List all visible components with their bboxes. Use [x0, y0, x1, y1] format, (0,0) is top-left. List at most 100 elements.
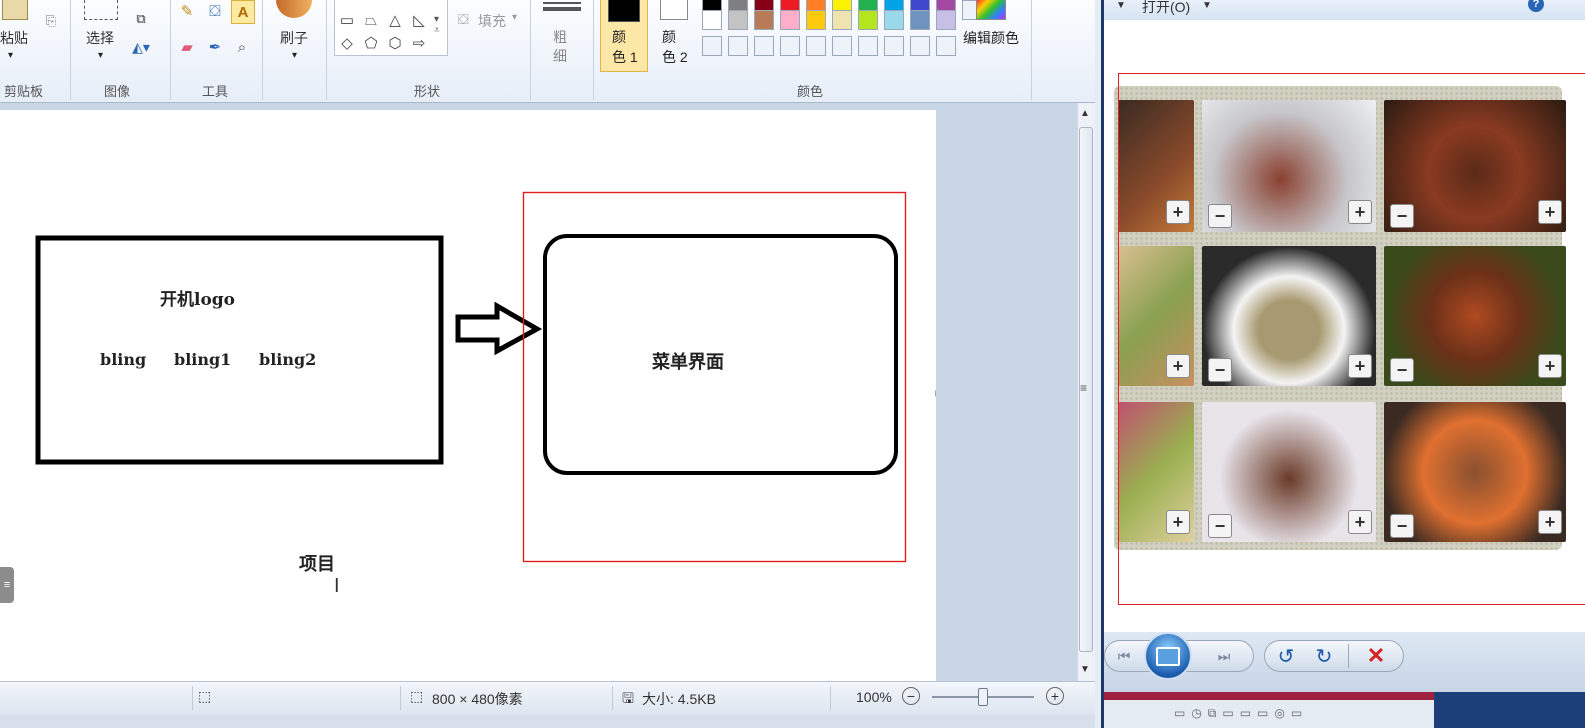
- select-dropdown-icon[interactable]: ▾: [98, 50, 103, 61]
- selection-rect[interactable]: [522, 191, 907, 563]
- palette-custom-slot[interactable]: [728, 36, 748, 56]
- copy-icon[interactable]: ⎘: [40, 10, 62, 32]
- select-icon[interactable]: [84, 0, 118, 20]
- rounded-rect-shape-icon[interactable]: ▭: [336, 10, 358, 30]
- palette-custom-slot[interactable]: [858, 36, 878, 56]
- scroll-grip-icon: ≡: [1080, 381, 1088, 395]
- scroll-up-icon[interactable]: ▲: [1080, 108, 1090, 119]
- scroll-down-icon[interactable]: ▼: [1080, 664, 1090, 675]
- next-icon[interactable]: ⏭: [1204, 644, 1244, 668]
- palette-color[interactable]: [910, 10, 930, 30]
- zoom-slider-thumb[interactable]: [978, 688, 988, 706]
- file-size: 大小: 4.5KB: [642, 691, 716, 707]
- size-button[interactable]: 粗 细: [553, 28, 567, 66]
- status-bar: ⬚ ⬚ 800 × 480像素 🖫 大小: 4.5KB 100% − +: [0, 681, 1095, 715]
- viewer-open-menu[interactable]: 打开(O): [1142, 0, 1190, 17]
- magnifier-icon[interactable]: ⌕: [231, 36, 253, 58]
- canvas-dimensions: 800 × 480像素: [432, 691, 523, 707]
- paste-button[interactable]: 粘贴: [0, 28, 28, 48]
- color-picker-icon[interactable]: ✒: [204, 36, 226, 58]
- palette-color[interactable]: [884, 10, 904, 30]
- palette-color[interactable]: [806, 10, 826, 30]
- paint-ribbon: 粘贴 ▾ ⎘ 剪贴板 选择 ▾ ⧉ ◭▾ 图像 ✎ ⛋ A ▰ ✒ ⌕ 工具 刷…: [0, 0, 1095, 103]
- slideshow-icon: [1156, 646, 1180, 666]
- boot-logo-title: 开机logo: [160, 290, 236, 310]
- canvas-drawing: [35, 191, 936, 563]
- hexagon-shape-icon[interactable]: ⬡: [384, 33, 406, 53]
- selection-size-icon: ⬚: [198, 688, 212, 704]
- brush-button[interactable]: 刷子: [280, 28, 308, 48]
- file-size-icon: 🖫: [622, 690, 634, 706]
- edit-colors-icon[interactable]: [976, 0, 1006, 20]
- group-label-clipboard: 剪贴板: [4, 84, 44, 99]
- viewer-controls: ⏮ ⏭ ↺ ↻ ✕: [1104, 632, 1585, 692]
- slideshow-button[interactable]: [1144, 632, 1192, 680]
- palette-color[interactable]: [728, 10, 748, 30]
- text-icon[interactable]: A: [231, 0, 255, 24]
- pentagon-shape-icon[interactable]: ⬠: [360, 33, 382, 53]
- zoom-out-icon[interactable]: −: [902, 687, 920, 705]
- shapes-scroll-icon[interactable]: ▾ ⩡: [434, 14, 440, 36]
- palette-color[interactable]: [754, 10, 774, 30]
- menu-screen-title: 菜单界面: [652, 352, 724, 373]
- edit-colors-button[interactable]: 编辑颜色: [963, 28, 1019, 48]
- arrow-shape-icon[interactable]: ⇨: [408, 33, 430, 53]
- fill-button[interactable]: 填充: [478, 11, 506, 31]
- eraser-icon[interactable]: ▰: [176, 36, 198, 58]
- viewer-image-area[interactable]: + − + − + + − + − + + − + − +: [1104, 20, 1585, 635]
- palette-custom-slot[interactable]: [936, 36, 956, 56]
- viewer-menu-dropdown-icon[interactable]: ▼: [1116, 0, 1126, 11]
- delete-icon[interactable]: ✕: [1362, 643, 1390, 668]
- zoom-in-icon[interactable]: +: [1046, 687, 1064, 705]
- size-icon[interactable]: [543, 0, 581, 18]
- palette-color[interactable]: [780, 10, 800, 30]
- canvas-size-icon: ⬚: [410, 688, 424, 704]
- color2-swatch[interactable]: [660, 0, 688, 20]
- palette-custom-slot[interactable]: [884, 36, 904, 56]
- brush-icon[interactable]: [276, 0, 312, 18]
- open-dropdown-icon[interactable]: ▼: [1202, 0, 1212, 11]
- previous-icon[interactable]: ⏮: [1104, 644, 1144, 668]
- fill-icon[interactable]: ⛋: [458, 11, 469, 28]
- group-label-image: 图像: [104, 84, 131, 99]
- rotate-right-icon[interactable]: ↻: [1310, 644, 1338, 668]
- paste-icon[interactable]: [2, 0, 28, 20]
- color2-label[interactable]: 颜 色 2: [662, 27, 688, 67]
- group-label-tools: 工具: [202, 84, 229, 99]
- palette-color[interactable]: [936, 10, 956, 30]
- side-tab[interactable]: ≡: [0, 567, 14, 603]
- viewer-selection-rect: [1118, 73, 1585, 605]
- brush-dropdown-icon[interactable]: ▾: [292, 50, 297, 61]
- color1-label: 颜 色 1: [612, 29, 638, 65]
- fill-bucket-icon[interactable]: ⛋: [204, 0, 226, 22]
- select-button[interactable]: 选择: [86, 28, 114, 48]
- polygon-shape-icon[interactable]: ⏢: [360, 10, 382, 30]
- palette-color[interactable]: [832, 10, 852, 30]
- paint-canvas[interactable]: 开机logo bling bling1 bling2 菜单界面 项目 Ι: [0, 110, 936, 681]
- boot-item-bling2: bling2: [259, 350, 317, 369]
- triangle-shape-icon[interactable]: △: [384, 10, 406, 30]
- help-icon[interactable]: ?: [1528, 0, 1544, 12]
- palette-custom-slot[interactable]: [780, 36, 800, 56]
- palette-custom-slot[interactable]: [702, 36, 722, 56]
- viewer-taskbar-strip: ▭◷⧉▭▭▭◎▭: [1104, 692, 1585, 728]
- right-triangle-shape-icon[interactable]: ◺: [408, 10, 430, 30]
- palette-custom-slot[interactable]: [832, 36, 852, 56]
- palette-custom-slot[interactable]: [910, 36, 930, 56]
- diamond-shape-icon[interactable]: ◇: [336, 33, 358, 53]
- paste-dropdown-icon[interactable]: ▾: [8, 50, 13, 61]
- palette-custom-slot[interactable]: [754, 36, 774, 56]
- text-cursor-icon: Ι: [334, 575, 340, 597]
- fill-dropdown-icon[interactable]: ▾: [512, 12, 517, 23]
- rotate-left-icon[interactable]: ↺: [1272, 644, 1300, 668]
- palette-custom-slot[interactable]: [806, 36, 826, 56]
- zoom-level: 100%: [856, 689, 892, 705]
- pencil-icon[interactable]: ✎: [176, 0, 198, 22]
- palette-color[interactable]: [702, 10, 722, 30]
- viewer-toolbar: ▼ 打开(O) ▼ ?: [1104, 0, 1585, 20]
- rotate-icon[interactable]: ◭▾: [130, 36, 152, 58]
- palette-color[interactable]: [858, 10, 878, 30]
- group-label-shapes: 形状: [414, 84, 441, 99]
- boot-logo-box: [35, 235, 444, 465]
- resize-icon[interactable]: ⧉: [130, 8, 152, 30]
